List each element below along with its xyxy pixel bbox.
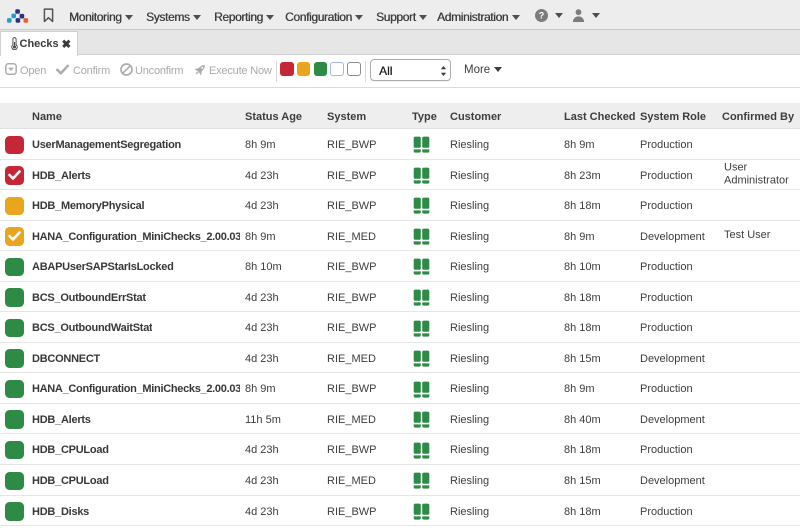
svg-text:?: ? (539, 11, 545, 21)
